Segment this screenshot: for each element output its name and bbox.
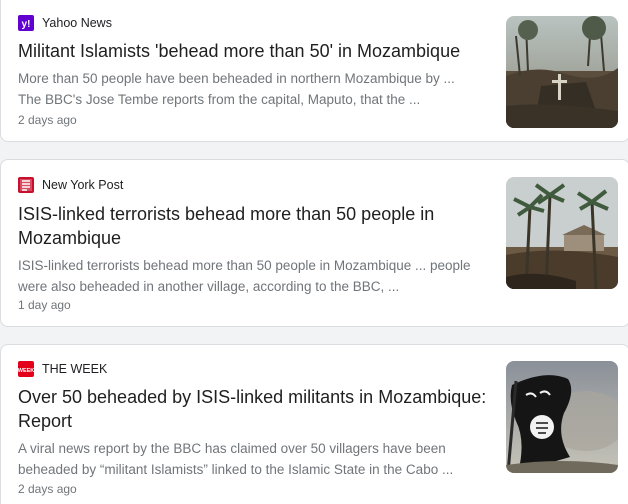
- new-york-post-logo-icon: [18, 177, 34, 193]
- source-row: y! Yahoo News: [18, 14, 112, 32]
- source-name[interactable]: New York Post: [42, 176, 123, 194]
- source-row: WEEK THE WEEK: [18, 360, 107, 378]
- headline-line[interactable]: Mozambique: [18, 228, 121, 248]
- article-timestamp: 1 day ago: [18, 298, 71, 312]
- article-timestamp: 2 days ago: [18, 482, 77, 496]
- news-feed: y! Yahoo News Militant Islamists 'behead…: [0, 0, 628, 504]
- article-headline[interactable]: ISIS-linked terrorists behead more than …: [18, 202, 488, 250]
- article-snippet: ISIS-linked terrorists behead more than …: [18, 255, 488, 297]
- snippet-line: More than 50 people have been beheaded i…: [18, 71, 455, 86]
- svg-text:y!: y!: [22, 19, 31, 30]
- article-headline[interactable]: Militant Islamists 'behead more than 50'…: [18, 39, 488, 63]
- headline-line[interactable]: ISIS-linked terrorists behead more than …: [18, 204, 434, 224]
- article-thumbnail[interactable]: [506, 177, 618, 289]
- article-headline-link[interactable]: ISIS-linked terrorists behead more than …: [18, 204, 434, 248]
- snippet-line: ISIS-linked terrorists behead more than …: [18, 258, 471, 273]
- snippet-line: The BBC's Jose Tembe reports from the ca…: [18, 92, 421, 107]
- headline-line[interactable]: Over 50 beheaded by ISIS-linked militant…: [18, 387, 486, 407]
- article-headline-link[interactable]: Over 50 beheaded by ISIS-linked militant…: [18, 387, 486, 431]
- article-timestamp: 2 days ago: [18, 113, 77, 127]
- snippet-line: A viral news report by the BBC has claim…: [18, 441, 446, 456]
- the-week-logo-icon: WEEK: [18, 361, 34, 377]
- news-card[interactable]: WEEK THE WEEK Over 50 beheaded by ISIS-l…: [0, 344, 628, 504]
- yahoo-logo-icon: y!: [18, 15, 34, 31]
- article-snippet: More than 50 people have been beheaded i…: [18, 68, 488, 110]
- article-thumbnail[interactable]: [506, 16, 618, 128]
- news-card[interactable]: New York Post ISIS-linked terrorists beh…: [0, 159, 628, 327]
- article-snippet: A viral news report by the BBC has claim…: [18, 438, 488, 480]
- snippet-line: were also beheaded in another village, a…: [18, 279, 400, 294]
- snippet-line: beheaded by “militant Islamists” linked …: [18, 462, 454, 477]
- article-thumbnail[interactable]: [506, 361, 618, 473]
- headline-line[interactable]: Report: [18, 411, 72, 431]
- article-headline[interactable]: Over 50 beheaded by ISIS-linked militant…: [18, 385, 488, 433]
- source-name[interactable]: THE WEEK: [42, 360, 107, 378]
- source-row: New York Post: [18, 176, 123, 194]
- source-name[interactable]: Yahoo News: [42, 14, 112, 32]
- article-headline-link[interactable]: Militant Islamists 'behead more than 50'…: [18, 41, 460, 61]
- svg-text:WEEK: WEEK: [18, 368, 34, 374]
- news-card[interactable]: y! Yahoo News Militant Islamists 'behead…: [0, 0, 628, 142]
